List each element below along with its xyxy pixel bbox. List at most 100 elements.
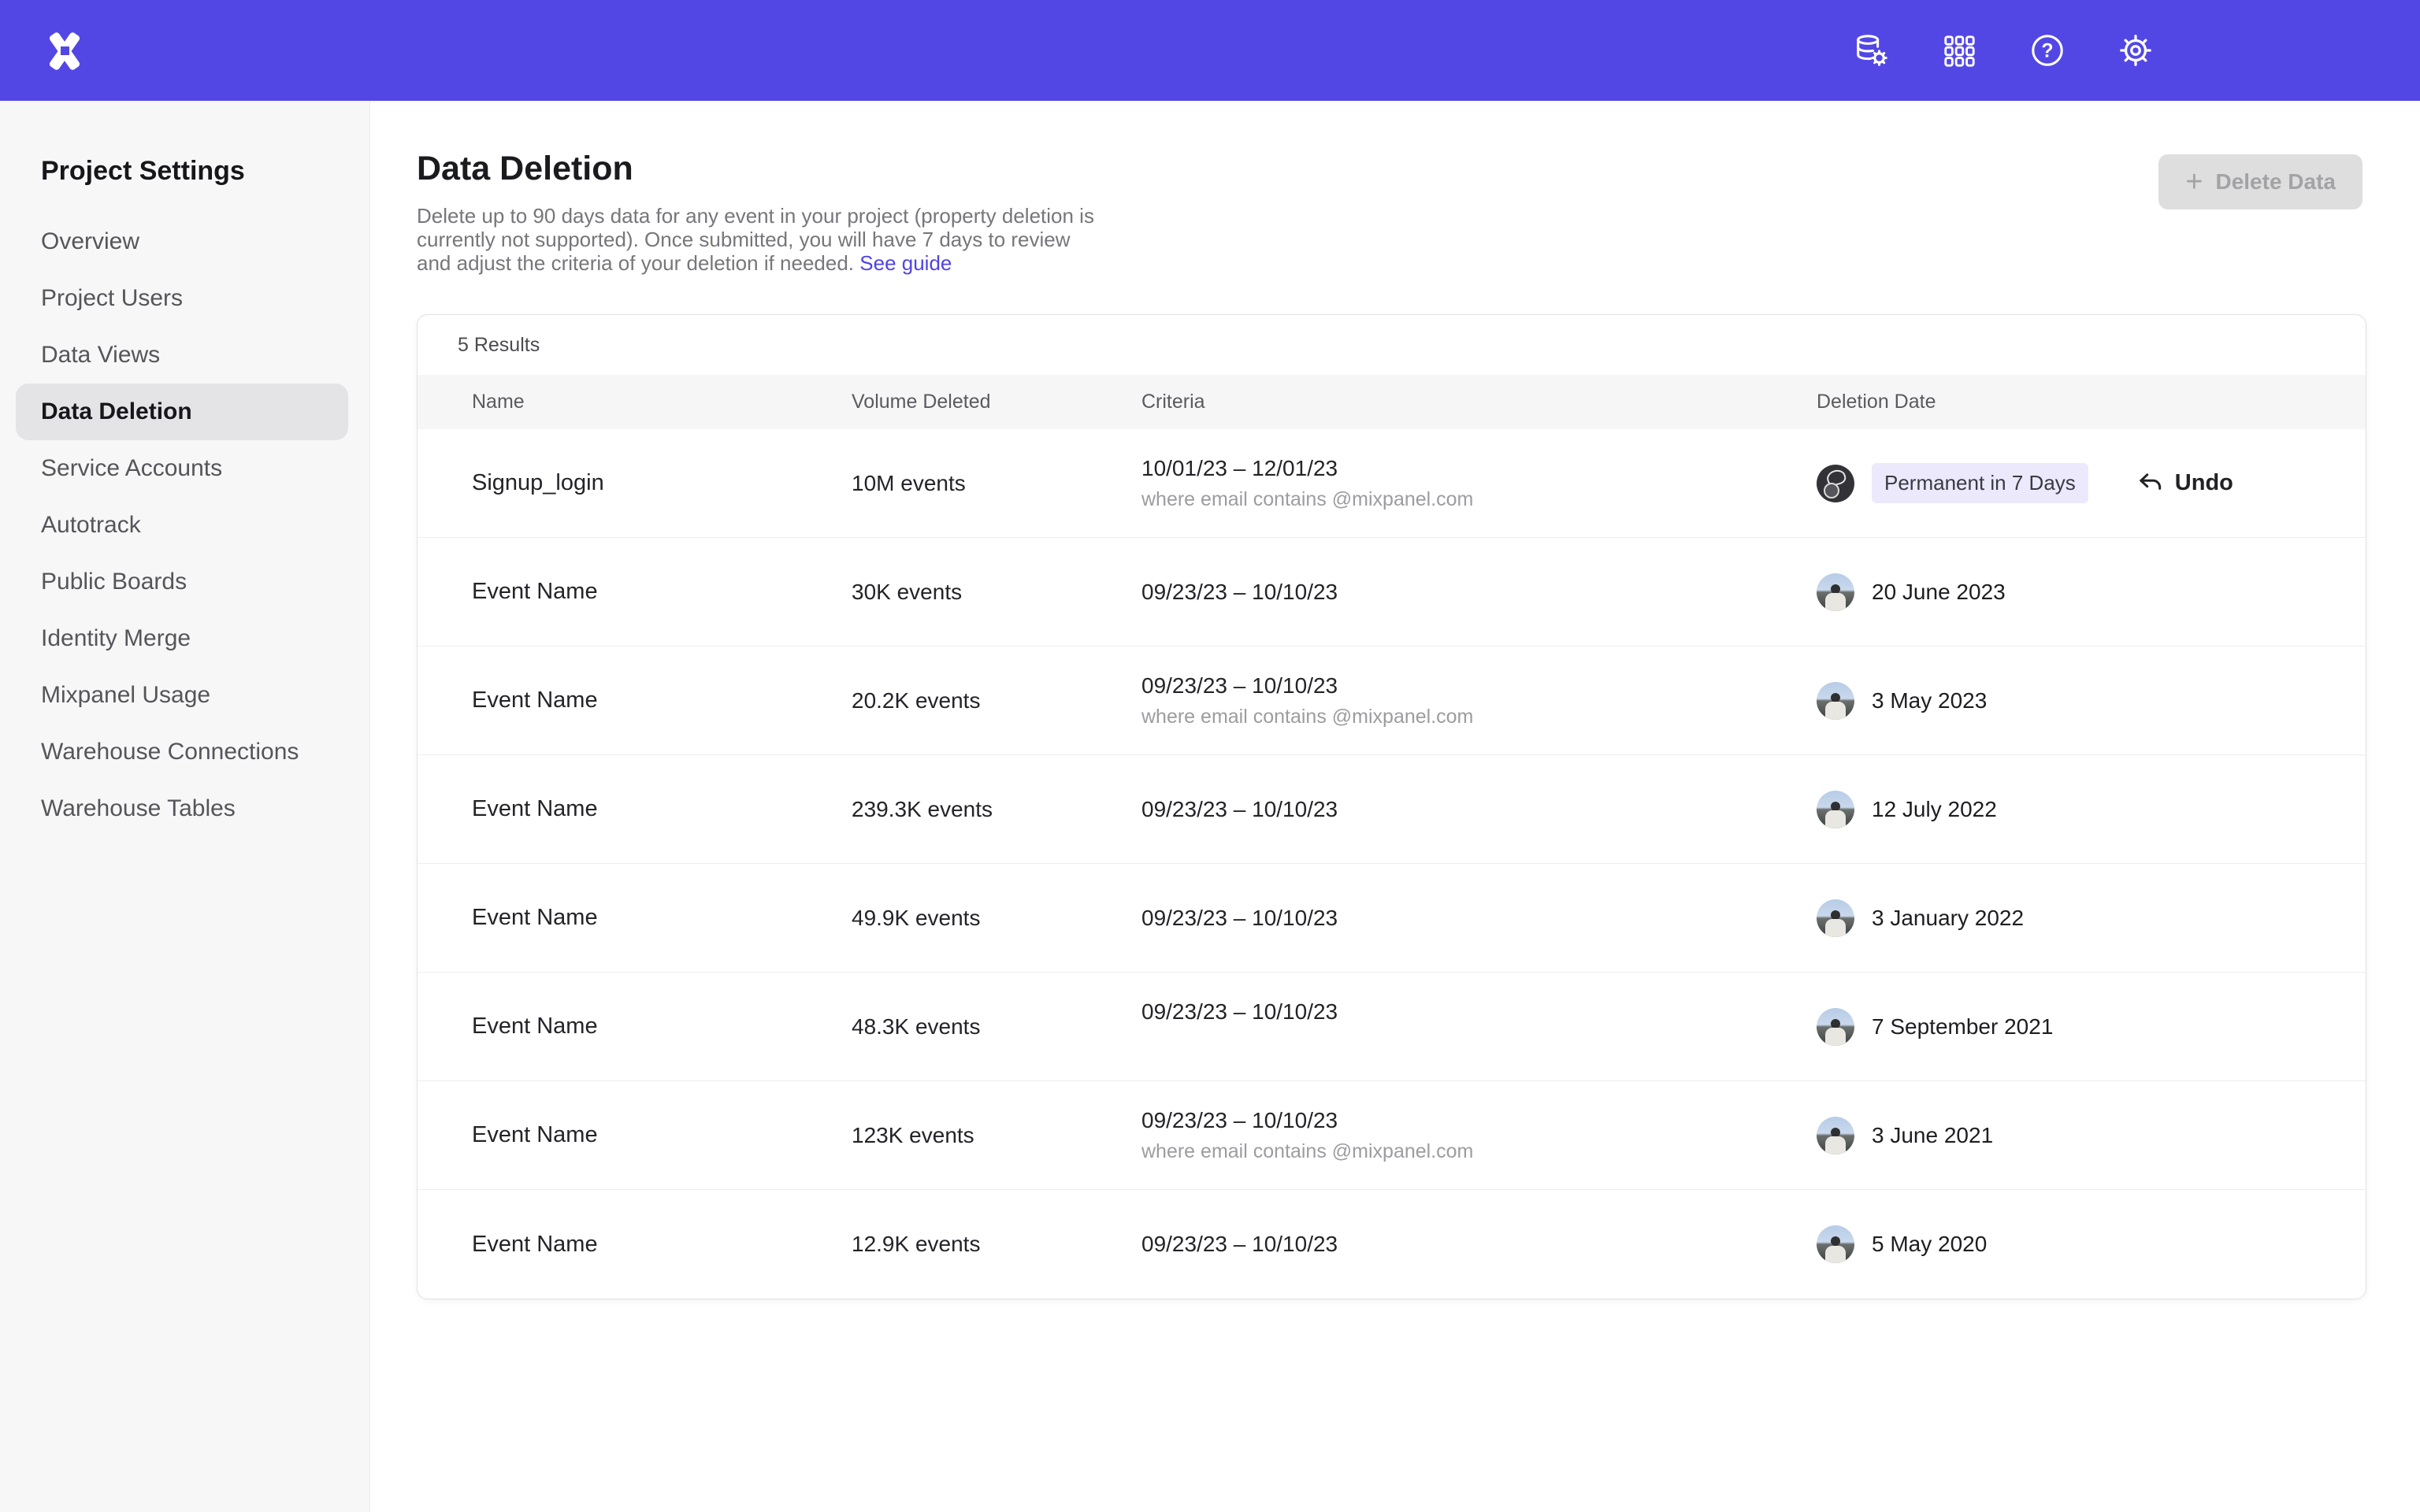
undo-button-label: Undo [2175,470,2233,496]
mixpanel-logo-icon[interactable] [42,28,87,73]
sidebar-item-warehouse-connections[interactable]: Warehouse Connections [16,724,348,780]
user-avatar [1817,1117,1854,1154]
deletion-date-text: 3 June 2021 [1872,1123,1993,1148]
deletion-date-text: 7 September 2021 [1872,1014,2053,1040]
row-deletion-date: 7 September 2021 [1817,1008,2311,1046]
criteria-range: 09/23/23 – 10/10/23 [1141,1108,1817,1133]
row-volume: 12.9K events [852,1232,1141,1257]
column-header-criteria: Criteria [1141,391,1817,413]
row-criteria: 09/23/23 – 10/10/23 [1141,580,1817,605]
settings-gear-icon[interactable] [2118,32,2154,69]
row-deletion-date: 3 May 2023 [1817,682,2311,720]
sidebar-nav-list: Overview Project Users Data Views Data D… [0,213,369,837]
column-header-name: Name [472,391,852,413]
criteria-filter: where email contains @mixpanel.com [1141,1140,1817,1163]
project-settings-sidebar: Project Settings Overview Project Users … [0,101,370,1512]
row-deletion-date: 12 July 2022 [1817,791,2311,828]
table-row: Event Name 12.9K events 09/23/23 – 10/10… [418,1190,2366,1299]
criteria-range: 09/23/23 – 10/10/23 [1141,906,1817,931]
delete-data-button[interactable]: + Delete Data [2158,154,2362,209]
user-avatar [1817,791,1854,828]
criteria-filter [1141,1032,1817,1054]
row-name: Event Name [472,687,852,713]
row-criteria: 09/23/23 – 10/10/23 where email contains… [1141,1108,1817,1163]
row-deletion-date: Permanent in 7 Days Undo [1817,463,2311,503]
page-description: Delete up to 90 days data for any event … [417,204,1102,275]
deletion-date-text: 3 January 2022 [1872,906,2024,931]
row-name: Event Name [472,579,852,605]
page-title: Data Deletion [417,150,1102,188]
row-criteria: 10/01/23 – 12/01/23 where email contains… [1141,456,1817,511]
criteria-range: 09/23/23 – 10/10/23 [1141,673,1817,699]
table-row: Event Name 123K events 09/23/23 – 10/10/… [418,1081,2366,1190]
svg-text:?: ? [2041,40,2053,62]
row-criteria: 09/23/23 – 10/10/23 [1141,906,1817,931]
criteria-range: 09/23/23 – 10/10/23 [1141,1232,1817,1257]
criteria-range: 09/23/23 – 10/10/23 [1141,580,1817,605]
user-avatar [1817,465,1854,502]
deletion-date-text: 12 July 2022 [1872,797,1997,822]
sidebar-item-public-boards[interactable]: Public Boards [16,554,348,610]
user-avatar [1817,682,1854,720]
criteria-range: 09/23/23 – 10/10/23 [1141,797,1817,822]
deletion-date-text: 3 May 2023 [1872,688,1987,713]
help-icon[interactable]: ? [2029,32,2066,69]
row-deletion-date: 5 May 2020 [1817,1225,2311,1263]
row-volume: 49.9K events [852,906,1141,931]
sidebar-item-warehouse-tables[interactable]: Warehouse Tables [16,780,348,837]
table-row: Event Name 49.9K events 09/23/23 – 10/10… [418,864,2366,973]
row-criteria: 09/23/23 – 10/10/23 [1141,797,1817,822]
table-header-row: Name Volume Deleted Criteria Deletion Da… [418,375,2366,429]
page-description-text: Delete up to 90 days data for any event … [417,204,1094,275]
row-name: Event Name [472,905,852,931]
table-row: Event Name 30K events 09/23/23 – 10/10/2… [418,538,2366,647]
main-content: Data Deletion Delete up to 90 days data … [370,101,2420,1512]
row-criteria: 09/23/23 – 10/10/23 [1141,999,1817,1054]
row-criteria: 09/23/23 – 10/10/23 where email contains… [1141,673,1817,728]
sidebar-item-overview[interactable]: Overview [16,213,348,270]
sidebar-item-project-users[interactable]: Project Users [16,270,348,327]
user-avatar [1817,1008,1854,1046]
row-volume: 123K events [852,1123,1141,1148]
row-volume: 48.3K events [852,1014,1141,1040]
row-criteria: 09/23/23 – 10/10/23 [1141,1232,1817,1257]
user-avatar [1817,1225,1854,1263]
table-row: Event Name 20.2K events 09/23/23 – 10/10… [418,647,2366,755]
row-deletion-date: 3 June 2021 [1817,1117,2311,1154]
deletion-date-text: 5 May 2020 [1872,1232,1987,1257]
undo-arrow-icon [2137,470,2164,497]
sidebar-item-mixpanel-usage[interactable]: Mixpanel Usage [16,667,348,724]
row-volume: 239.3K events [852,797,1141,822]
row-deletion-date: 20 June 2023 [1817,573,2311,611]
sidebar-item-service-accounts[interactable]: Service Accounts [16,440,348,497]
sidebar-item-data-deletion[interactable]: Data Deletion [16,384,348,440]
criteria-range: 10/01/23 – 12/01/23 [1141,456,1817,481]
row-deletion-date: 3 January 2022 [1817,899,2311,937]
criteria-range: 09/23/23 – 10/10/23 [1141,999,1817,1025]
database-gear-icon[interactable] [1853,32,1889,69]
user-avatar [1817,573,1854,611]
sidebar-item-identity-merge[interactable]: Identity Merge [16,610,348,667]
table-row: Signup_login 10M events 10/01/23 – 12/01… [418,429,2366,538]
status-badge: Permanent in 7 Days [1872,463,2088,503]
undo-button[interactable]: Undo [2137,470,2233,497]
table-row: Event Name 239.3K events 09/23/23 – 10/1… [418,755,2366,864]
plus-icon: + [2185,167,2203,197]
row-name: Event Name [472,1122,852,1148]
sidebar-item-data-views[interactable]: Data Views [16,327,348,384]
row-volume: 30K events [852,580,1141,605]
row-volume: 20.2K events [852,688,1141,713]
results-count: 5 Results [418,315,2366,375]
sidebar-item-autotrack[interactable]: Autotrack [16,497,348,554]
top-navigation-bar: ? [0,0,2420,101]
see-guide-link[interactable]: See guide [859,251,952,275]
topbar-icon-group: ? [1853,32,2154,69]
sidebar-title: Project Settings [41,156,369,187]
column-header-volume: Volume Deleted [852,391,1141,413]
user-avatar [1817,899,1854,937]
delete-data-button-label: Delete Data [2215,169,2336,195]
row-volume: 10M events [852,471,1141,496]
row-name: Event Name [472,1232,852,1258]
criteria-filter: where email contains @mixpanel.com [1141,706,1817,728]
apps-grid-icon[interactable] [1941,32,1977,69]
